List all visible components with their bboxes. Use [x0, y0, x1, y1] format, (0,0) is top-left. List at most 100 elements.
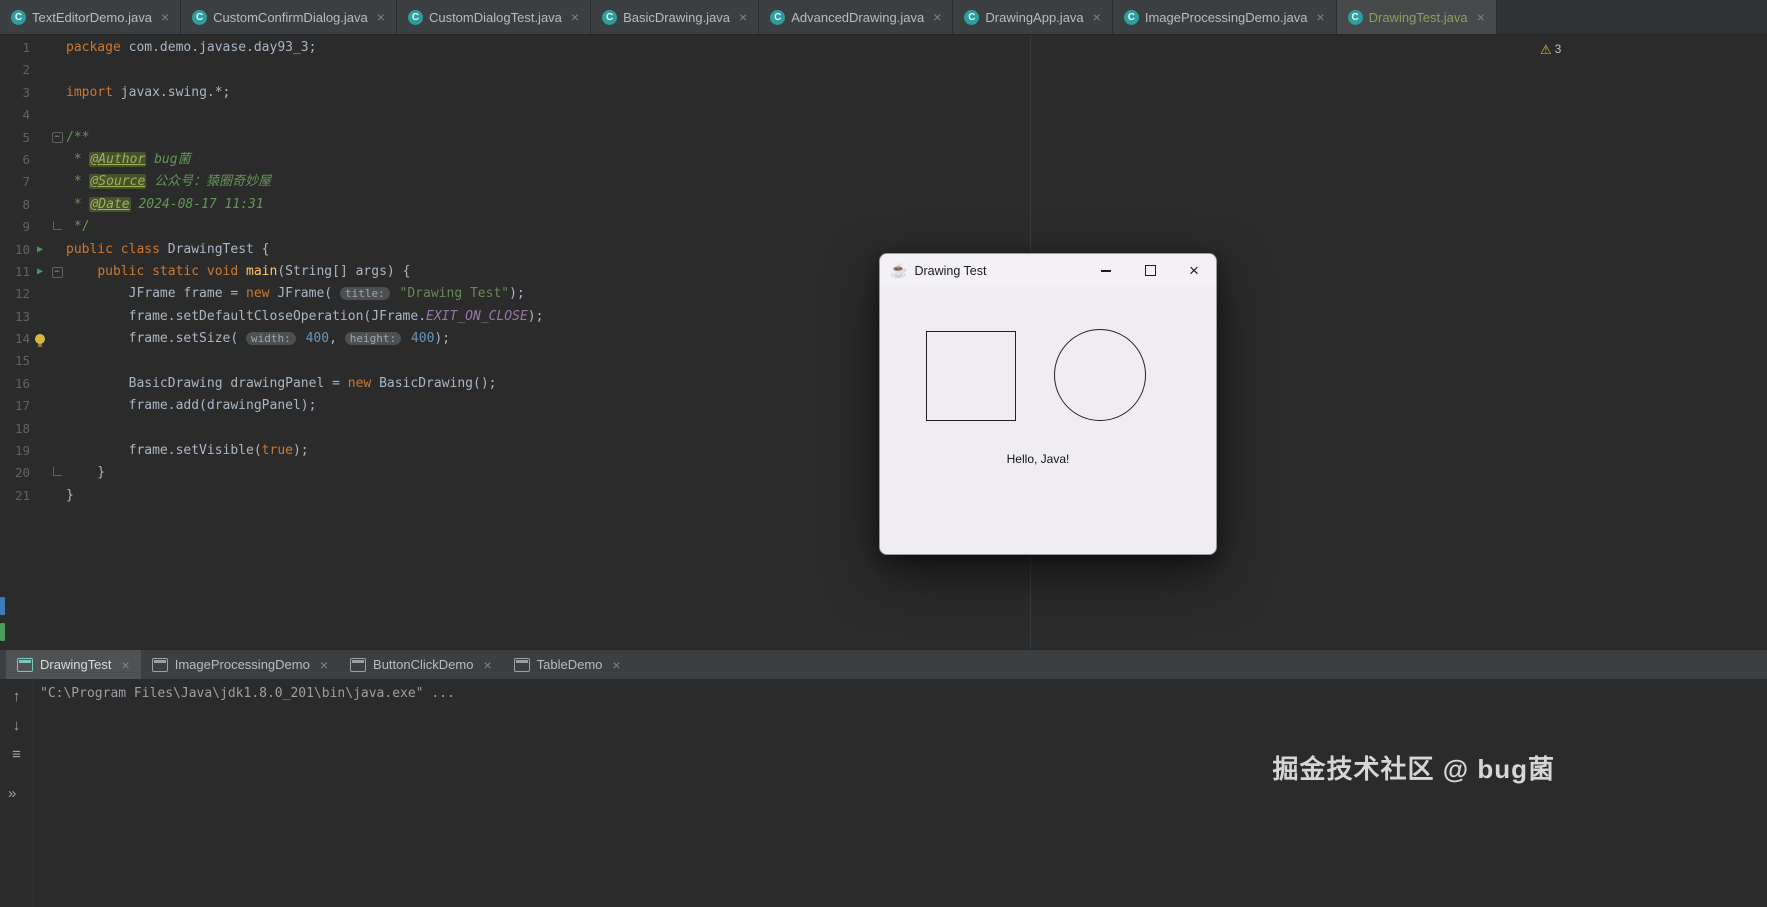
code-token: BasicDrawing();	[379, 375, 497, 391]
code-token: import	[66, 84, 121, 100]
close-icon[interactable]: ×	[1093, 9, 1101, 25]
line-number: 21	[14, 487, 30, 503]
chevron-expand-icon[interactable]: »	[8, 785, 16, 802]
line-number: 11	[14, 263, 30, 279]
fold-marker[interactable]	[50, 216, 64, 238]
gutter-spacer	[30, 283, 50, 305]
java-class-icon: C	[11, 9, 26, 25]
scroll-up-icon[interactable]: ↑	[13, 689, 21, 704]
editor-tab[interactable]: C ImageProcessingDemo.java ×	[1112, 0, 1337, 34]
code-token: /**	[66, 129, 90, 145]
minimize-button[interactable]	[1084, 254, 1128, 287]
code-line: 16 BasicDrawing drawingPanel = new Basic…	[0, 373, 543, 395]
code-line: 2	[0, 59, 543, 81]
run-tab[interactable]: TableDemo ×	[503, 650, 632, 679]
fold-end-icon	[52, 467, 62, 477]
line-number: 12	[14, 286, 30, 302]
code-text: public static void main(String[] args) {	[64, 261, 410, 283]
gutter-spacer	[30, 104, 50, 126]
code-token: package	[66, 40, 129, 55]
code-line: 19 frame.setVisible(true);	[0, 440, 543, 462]
code-text: * @Source 公众号：猿圈奇妙屋	[64, 171, 271, 193]
fold-end-icon	[52, 220, 62, 230]
code-token: @Date	[89, 196, 131, 212]
close-icon[interactable]: ×	[161, 9, 169, 25]
run-gutter-slot[interactable]: ▶	[30, 239, 50, 261]
close-icon[interactable]: ×	[739, 9, 747, 25]
code-token: *	[66, 174, 90, 190]
code-token: frame.setVisible(	[66, 443, 262, 459]
fold-marker[interactable]	[50, 462, 64, 484]
scroll-down-icon[interactable]: ↓	[13, 718, 21, 733]
editor-tab-label: CustomConfirmDialog.java	[213, 9, 368, 25]
bulb-gutter-slot[interactable]	[30, 328, 50, 350]
close-icon[interactable]: ×	[1477, 9, 1485, 25]
run-tab[interactable]: ImageProcessingDemo ×	[141, 650, 339, 679]
code-line: 9 */	[0, 216, 543, 238]
tool-stripe-mark-green[interactable]	[0, 623, 5, 641]
close-icon[interactable]: ×	[320, 657, 328, 673]
fold-marker[interactable]: −	[50, 261, 64, 283]
code-token: title:	[339, 287, 390, 301]
code-text: frame.add(drawingPanel);	[64, 395, 317, 417]
code-token: );	[527, 308, 544, 324]
fold-marker[interactable]: −	[50, 127, 64, 149]
code-text: */	[64, 216, 90, 238]
gutter-spacer	[30, 485, 50, 507]
code-token: 2024-08-17 11:31	[130, 196, 264, 212]
inspections-widget[interactable]: ⚠ 3	[1540, 42, 1561, 56]
gutter-spacer	[30, 418, 50, 440]
close-icon[interactable]: ×	[377, 9, 385, 25]
code-token: */	[66, 219, 90, 235]
swing-window[interactable]: ☕ Drawing Test × Hello, Java!	[879, 253, 1217, 555]
close-icon[interactable]: ×	[571, 9, 579, 25]
code-line: 21}	[0, 485, 543, 507]
maximize-icon	[1144, 265, 1156, 276]
close-button[interactable]: ×	[1172, 254, 1216, 287]
editor-tab-label: CustomDialogTest.java	[428, 9, 562, 25]
editor-tab[interactable]: C DrawingApp.java ×	[953, 0, 1113, 34]
run-tab[interactable]: DrawingTest ×	[6, 650, 141, 679]
editor-tab[interactable]: C AdvancedDrawing.java ×	[759, 0, 954, 34]
code-token: *	[66, 151, 90, 167]
run-gutter-slot[interactable]: ▶	[30, 261, 50, 283]
close-icon[interactable]: ×	[933, 9, 941, 25]
watermark-text: 掘金技术社区 @ bug菌	[1272, 754, 1555, 784]
editor-tab[interactable]: C BasicDrawing.java ×	[591, 0, 760, 34]
close-icon[interactable]: ×	[483, 657, 491, 673]
swing-titlebar[interactable]: ☕ Drawing Test ×	[880, 254, 1216, 287]
run-tab[interactable]: ButtonClickDemo ×	[339, 650, 503, 679]
tool-stripe-mark-blue[interactable]	[0, 597, 5, 615]
code-line: 3 import javax.swing.*;	[0, 82, 543, 104]
editor-tab-label: DrawingTest.java	[1368, 9, 1468, 25]
editor-tab[interactable]: C CustomDialogTest.java ×	[396, 0, 592, 34]
gutter-spacer	[30, 462, 50, 484]
gutter-spacer	[30, 306, 50, 328]
line-number: 17	[14, 398, 30, 414]
code-line: 1 package com.demo.javase.day93_3;	[0, 37, 543, 59]
code-token: }	[66, 465, 106, 481]
line-number: 19	[14, 443, 30, 459]
gutter-spacer	[30, 350, 50, 372]
soft-wrap-icon[interactable]: ≡	[12, 747, 21, 762]
code-token: frame.setSize(	[66, 331, 247, 347]
close-icon[interactable]: ×	[612, 657, 620, 673]
code-area[interactable]: 1 package com.demo.javase.day93_3; 2 3 impor…	[0, 37, 544, 507]
editor-tab[interactable]: C TextEditorDemo.java ×	[0, 0, 182, 34]
editor-tab[interactable]: C DrawingTest.java ×	[1336, 0, 1497, 34]
console-output[interactable]: "C:\Program Files\Java\jdk1.8.0_201\bin\…	[40, 686, 455, 701]
close-icon[interactable]: ×	[1316, 9, 1324, 25]
run-tab-label: DrawingTest	[40, 657, 112, 672]
editor-tab[interactable]: C CustomConfirmDialog.java ×	[181, 0, 397, 34]
close-icon[interactable]: ×	[122, 657, 130, 673]
maximize-button[interactable]	[1128, 254, 1172, 287]
run-tab-label: ImageProcessingDemo	[174, 657, 310, 672]
